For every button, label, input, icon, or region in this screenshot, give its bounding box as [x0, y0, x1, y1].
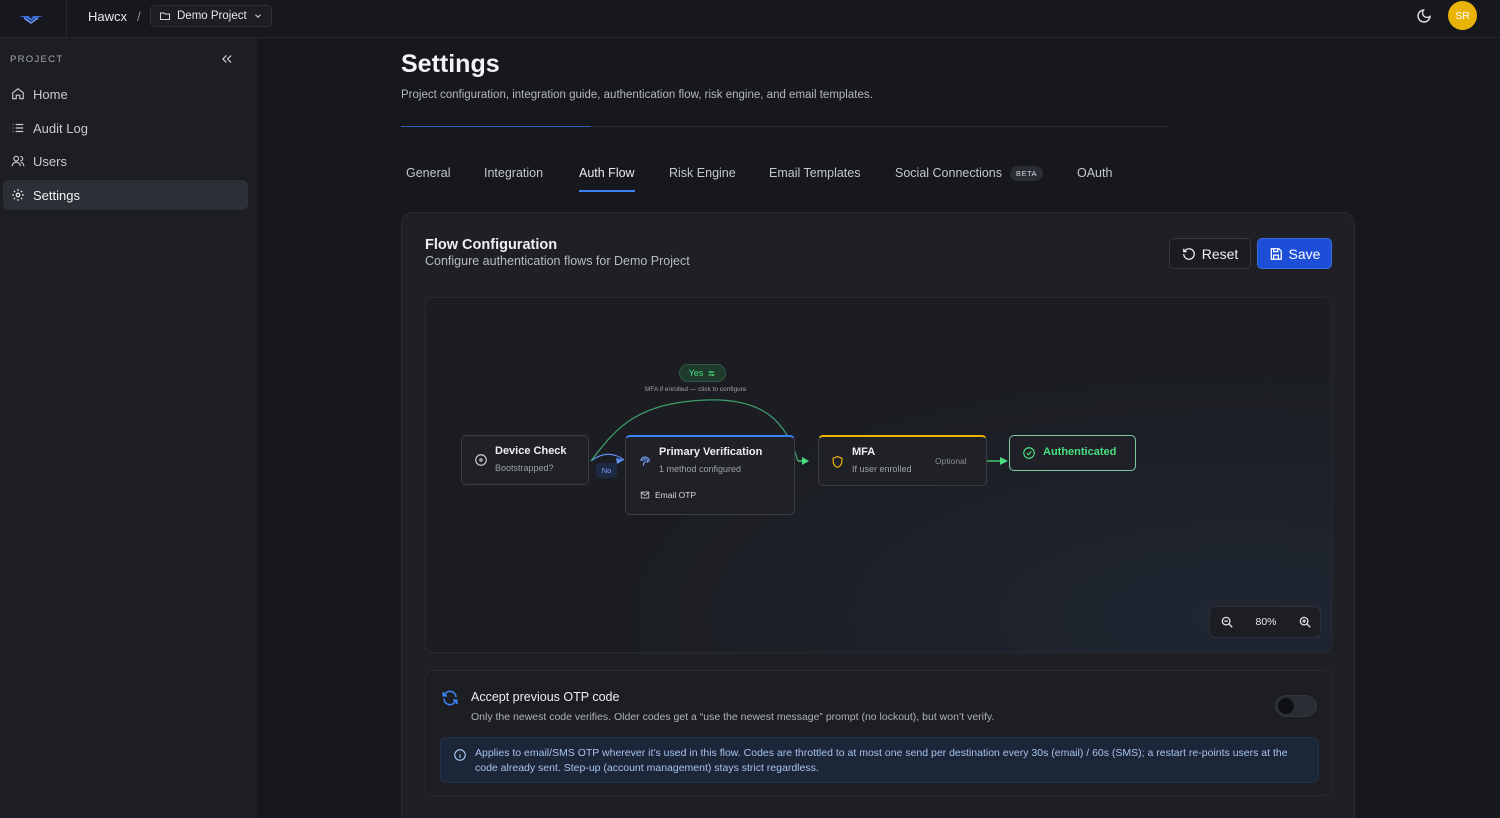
page-title: Settings — [401, 50, 500, 78]
sidebar-item-home[interactable]: Home — [3, 79, 248, 109]
sidebar-item-label: Settings — [33, 187, 80, 203]
node-title: Device Check — [495, 445, 567, 457]
users-icon — [11, 155, 25, 167]
breadcrumb-separator: / — [137, 9, 141, 24]
flow-canvas[interactable]: Yes MFA if enrolled — click to configure… — [425, 297, 1332, 653]
mail-icon — [640, 491, 650, 499]
reset-label: Reset — [1201, 245, 1239, 262]
reset-button[interactable]: Reset — [1169, 238, 1251, 269]
tab-integration[interactable]: Integration — [484, 166, 543, 190]
sidebar-item-users[interactable]: Users — [3, 146, 248, 176]
hawcx-logo-icon[interactable] — [18, 9, 44, 27]
divider-accent — [401, 126, 591, 127]
no-edge-label[interactable]: No — [596, 463, 617, 478]
tab-risk-engine[interactable]: Risk Engine — [669, 166, 736, 190]
reset-icon — [1182, 247, 1195, 260]
tab-oauth[interactable]: OAuth — [1077, 166, 1112, 190]
tab-label: Social Connections — [895, 166, 1003, 180]
home-icon — [12, 88, 24, 100]
node-subtitle: If user enrolled — [852, 464, 912, 474]
collapse-sidebar-icon[interactable] — [220, 52, 234, 66]
card-title: Flow Configuration — [425, 237, 558, 253]
info-icon — [454, 749, 466, 761]
yes-edge-note: MFA if enrolled — click to configure — [645, 386, 747, 393]
floppy-disk-icon — [1270, 247, 1282, 260]
accept-previous-otp-toggle[interactable] — [1275, 695, 1317, 717]
gear-icon — [12, 189, 24, 201]
method-label: Email OTP — [655, 490, 697, 500]
optional-badge: Optional — [935, 456, 967, 466]
node-title: Authenticated — [1043, 446, 1117, 458]
toggle-knob — [1278, 698, 1294, 714]
zoom-out-icon[interactable] — [1220, 615, 1234, 629]
yes-edge-label[interactable]: Yes — [679, 364, 726, 382]
chevron-down-icon — [254, 14, 261, 18]
shield-icon — [832, 455, 843, 469]
refresh-icon — [442, 690, 458, 706]
sidebar-item-settings[interactable]: Settings — [3, 180, 248, 210]
sidebar-item-audit-log[interactable]: Audit Log — [3, 113, 248, 143]
accept-previous-otp-setting: Accept previous OTP code Only the newest… — [425, 670, 1332, 796]
node-authenticated[interactable]: Authenticated — [1009, 435, 1136, 471]
check-circle-icon — [1023, 447, 1035, 459]
zoom-controls: 80% — [1209, 606, 1321, 638]
sidebar-item-label: Audit Log — [33, 120, 88, 136]
fingerprint-icon — [640, 456, 650, 466]
tab-social-connections[interactable]: Social Connections BETA — [895, 166, 1044, 191]
flow-configuration-card: Flow Configuration Configure authenticat… — [401, 212, 1355, 818]
header-divider — [66, 0, 67, 38]
sidebar-item-label: Users — [33, 153, 67, 169]
user-avatar[interactable]: SR — [1448, 1, 1477, 30]
node-mfa[interactable]: MFA If user enrolled Optional — [818, 435, 987, 486]
project-switcher[interactable]: Demo Project — [150, 5, 272, 27]
folder-icon — [160, 12, 170, 20]
tab-general[interactable]: General — [406, 166, 450, 190]
save-button[interactable]: Save — [1257, 238, 1332, 269]
info-text: Applies to email/SMS OTP wherever it’s u… — [475, 747, 1288, 774]
zoom-in-icon[interactable] — [1298, 615, 1312, 629]
zoom-level: 80% — [1255, 616, 1277, 628]
tab-email-templates[interactable]: Email Templates — [769, 166, 860, 190]
method-chip: Email OTP — [640, 490, 696, 500]
top-bar: Hawcx / Demo Project SR — [0, 0, 1500, 38]
breadcrumb-brand[interactable]: Hawcx — [88, 9, 127, 24]
sidebar-item-label: Home — [33, 86, 68, 102]
tab-auth-flow[interactable]: Auth Flow — [579, 166, 635, 192]
otp-setting-title: Accept previous OTP code — [471, 690, 620, 704]
theme-toggle-moon-icon[interactable] — [1416, 8, 1432, 24]
sidebar-heading: PROJECT — [10, 54, 64, 65]
node-device-check[interactable]: Device Check Bootstrapped? — [461, 435, 589, 485]
sliders-icon — [708, 370, 715, 376]
node-subtitle: 1 method configured — [659, 464, 742, 474]
info-callout: Applies to email/SMS OTP wherever it’s u… — [440, 737, 1319, 783]
save-label: Save — [1288, 245, 1321, 262]
target-icon — [475, 454, 487, 466]
sidebar: PROJECT Home Audit Log Users Settings — [0, 38, 257, 818]
node-primary-verification[interactable]: Primary Verification 1 method configured… — [625, 435, 795, 515]
yes-label: Yes — [688, 368, 704, 378]
otp-setting-description: Only the newest code verifies. Older cod… — [471, 711, 995, 723]
list-icon — [12, 123, 24, 133]
page-subtitle: Project configuration, integration guide… — [401, 89, 873, 101]
card-subtitle: Configure authentication flows for Demo … — [425, 254, 690, 268]
node-subtitle: Bootstrapped? — [495, 463, 554, 473]
node-title: MFA — [852, 446, 876, 458]
node-title: Primary Verification — [659, 446, 763, 458]
beta-badge: BETA — [1010, 166, 1044, 181]
project-name: Demo Project — [177, 10, 247, 22]
